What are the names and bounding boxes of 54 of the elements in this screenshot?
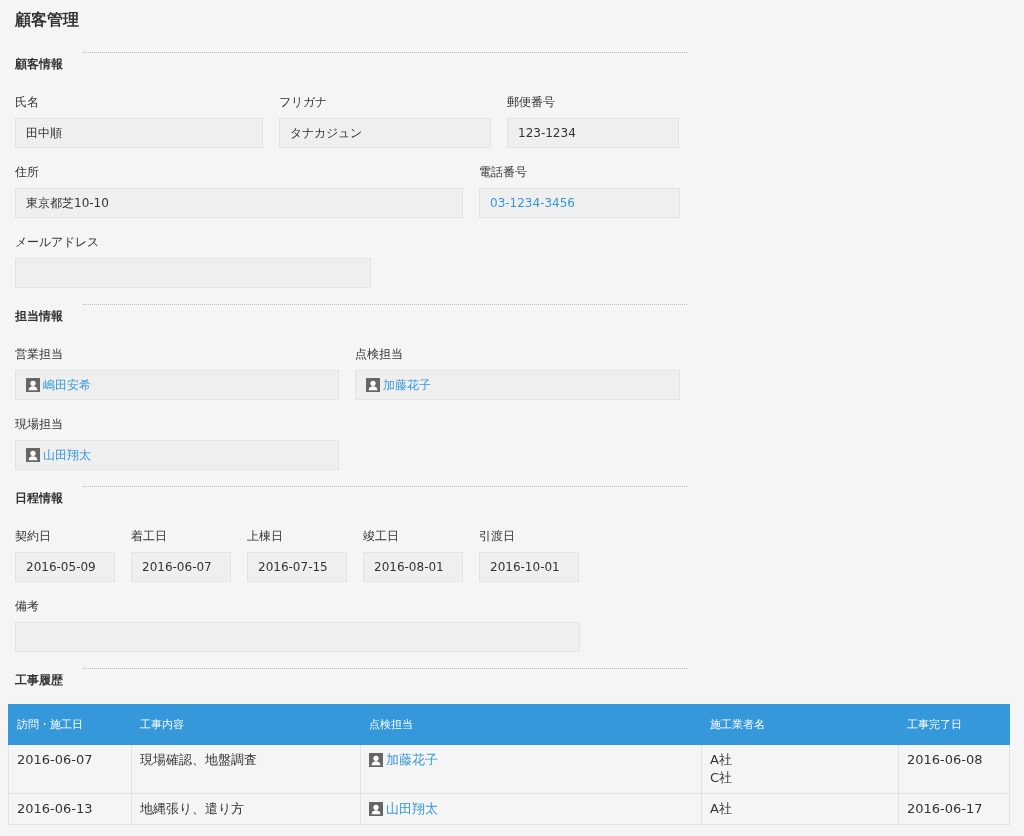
user-icon: [369, 753, 383, 767]
field-value: 2016-08-01: [363, 552, 463, 582]
table-cell-text: C社: [710, 769, 734, 787]
field-label: 氏名: [15, 94, 40, 110]
section-title: 工事履歴: [15, 672, 63, 688]
table-cell-text: A社: [710, 800, 733, 818]
field-label: 上棟日: [247, 528, 284, 544]
section-title: 日程情報: [15, 490, 63, 506]
table-cell: 2016-06-07: [8, 744, 132, 794]
field-value: 2016-07-15: [247, 552, 347, 582]
phone-link[interactable]: 03-1234-3456: [490, 196, 575, 210]
field-label: 備考: [15, 598, 40, 614]
user-link[interactable]: 山田翔太: [386, 800, 438, 818]
column-header: 施工業者名: [701, 704, 899, 745]
field-label: 着工日: [131, 528, 168, 544]
field-value: 2016-05-09: [15, 552, 115, 582]
user-link[interactable]: 山田翔太: [43, 446, 91, 464]
table-cell-text: A社: [710, 751, 733, 769]
column-header: 点検担当: [360, 704, 702, 745]
field-label: 住所: [15, 164, 40, 180]
field-value: 田中順: [15, 118, 263, 148]
user-icon: [366, 378, 380, 392]
field-value: タナカジュン: [279, 118, 491, 148]
table-cell: 2016-06-08: [898, 744, 1010, 794]
field-label: 竣工日: [363, 528, 400, 544]
field-value: 2016-10-01: [479, 552, 579, 582]
field-value: 東京都芝10-10: [15, 188, 463, 218]
column-header: 工事内容: [131, 704, 361, 745]
field-label: フリガナ: [279, 94, 328, 110]
user-icon: [26, 448, 40, 462]
field-label: メールアドレス: [15, 234, 100, 250]
section-title: 担当情報: [15, 308, 63, 324]
user-link[interactable]: 加藤花子: [386, 751, 438, 769]
field-label: 営業担当: [15, 346, 64, 362]
table-cell: 地縄張り、遣り方: [131, 793, 361, 825]
field-value: 123-1234: [507, 118, 679, 148]
section-title: 顧客情報: [15, 56, 63, 72]
page-title: 顧客管理: [15, 9, 80, 31]
column-header: 工事完了日: [898, 704, 1010, 745]
table-cell: 現場確認、地盤調査: [131, 744, 361, 794]
field-label: 引渡日: [479, 528, 516, 544]
field-value: 2016-06-07: [131, 552, 231, 582]
field-label: 点検担当: [355, 346, 404, 362]
field-label: 契約日: [15, 528, 52, 544]
column-header: 訪問・施工日: [8, 704, 132, 745]
field-label: 電話番号: [479, 164, 528, 180]
table-cell: 2016-06-13: [8, 793, 132, 825]
field-label: 郵便番号: [507, 94, 556, 110]
table-cell: 2016-06-17: [898, 793, 1010, 825]
user-link[interactable]: 加藤花子: [383, 376, 431, 394]
field-label: 現場担当: [15, 416, 64, 432]
user-link[interactable]: 嶋田安希: [43, 376, 91, 394]
user-icon: [369, 802, 383, 816]
user-icon: [26, 378, 40, 392]
